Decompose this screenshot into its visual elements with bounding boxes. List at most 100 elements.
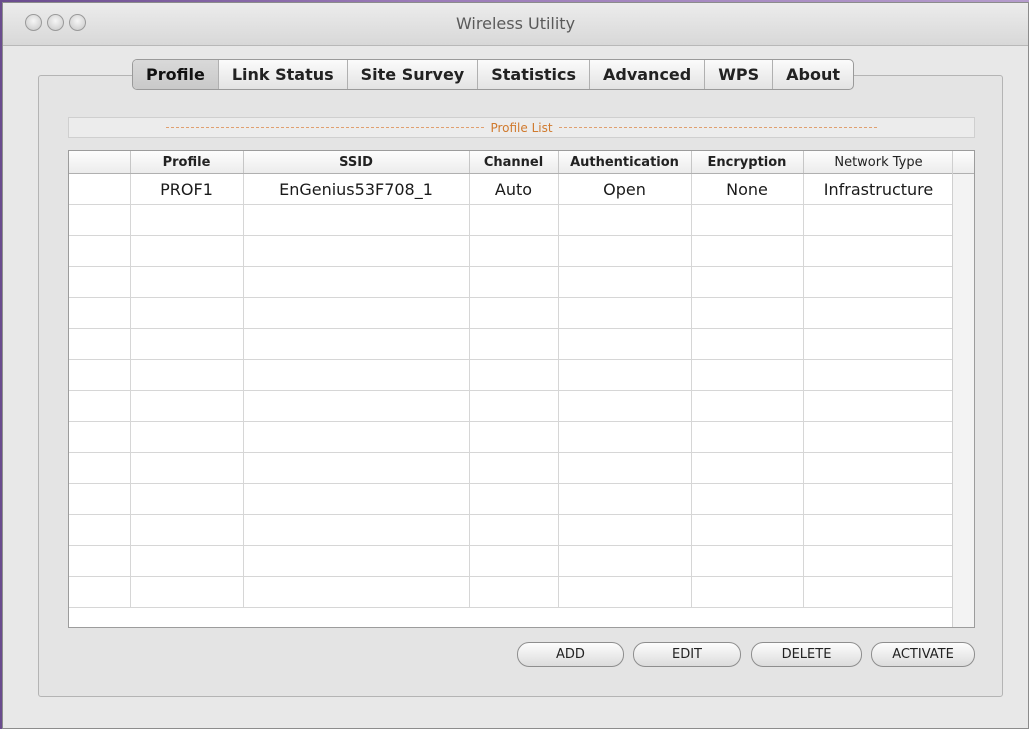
table-header-row: Profile SSID Channel Authentication Encr… [69, 151, 955, 174]
empty-cell [130, 297, 244, 329]
empty-cell [803, 483, 955, 515]
empty-cell [69, 328, 131, 360]
empty-cell [69, 359, 131, 391]
cell-network-type: Infrastructure [803, 173, 955, 205]
empty-cell [469, 328, 559, 360]
empty-cell [803, 204, 955, 236]
cell-ssid: EnGenius53F708_1 [243, 173, 470, 205]
cell-encryption: None [691, 173, 804, 205]
empty-cell [243, 297, 470, 329]
empty-cell [130, 266, 244, 298]
cell-channel: Auto [469, 173, 559, 205]
column-header-network-type[interactable]: Network Type [803, 151, 955, 174]
tab-link-status[interactable]: Link Status [217, 60, 347, 89]
empty-cell [69, 483, 131, 515]
empty-cell [803, 576, 955, 608]
column-header-channel[interactable]: Channel [469, 151, 559, 174]
empty-cell [469, 266, 559, 298]
empty-cell [691, 514, 804, 546]
empty-cell [691, 390, 804, 422]
delete-button[interactable]: DELETE [751, 642, 862, 667]
column-header-ssid[interactable]: SSID [243, 151, 470, 174]
empty-cell [69, 390, 131, 422]
table-row[interactable]: PROF1 EnGenius53F708_1 Auto Open None In… [69, 173, 955, 205]
profile-list-header: Profile List [68, 117, 975, 138]
empty-cell [243, 545, 470, 577]
empty-cell [130, 328, 244, 360]
empty-cell [69, 235, 131, 267]
empty-cell [558, 266, 692, 298]
empty-cell [469, 545, 559, 577]
column-header-select[interactable] [69, 151, 131, 174]
empty-cell [691, 204, 804, 236]
edit-button[interactable]: EDIT [633, 642, 741, 667]
empty-cell [558, 421, 692, 453]
empty-cell [130, 576, 244, 608]
empty-cell [469, 483, 559, 515]
tab-site-survey[interactable]: Site Survey [346, 60, 478, 89]
empty-cell [558, 545, 692, 577]
empty-cell [243, 204, 470, 236]
empty-cell [558, 204, 692, 236]
divider-left [166, 127, 485, 128]
tab-profile[interactable]: Profile [133, 60, 218, 89]
empty-table-row [69, 328, 955, 360]
empty-cell [69, 204, 131, 236]
empty-cell [691, 545, 804, 577]
empty-cell [691, 421, 804, 453]
column-header-encryption[interactable]: Encryption [691, 151, 804, 174]
row-select-cell[interactable] [69, 173, 131, 205]
activate-button[interactable]: ACTIVATE [871, 642, 975, 667]
empty-cell [130, 204, 244, 236]
empty-cell [243, 483, 470, 515]
empty-cell [69, 266, 131, 298]
empty-cell [130, 514, 244, 546]
empty-cell [469, 390, 559, 422]
empty-cell [69, 576, 131, 608]
empty-cell [558, 297, 692, 329]
cell-profile: PROF1 [130, 173, 244, 205]
empty-cell [558, 576, 692, 608]
tab-wps[interactable]: WPS [704, 60, 772, 89]
vertical-scrollbar[interactable] [952, 151, 974, 627]
empty-cell [803, 452, 955, 484]
empty-cell [243, 452, 470, 484]
empty-cell [69, 421, 131, 453]
empty-cell [558, 483, 692, 515]
empty-cell [130, 390, 244, 422]
empty-cell [803, 328, 955, 360]
tab-statistics[interactable]: Statistics [477, 60, 589, 89]
empty-cell [130, 483, 244, 515]
empty-cell [130, 452, 244, 484]
tab-advanced[interactable]: Advanced [588, 60, 704, 89]
column-header-authentication[interactable]: Authentication [558, 151, 692, 174]
empty-cell [243, 359, 470, 391]
empty-cell [469, 576, 559, 608]
title-bar: Wireless Utility [3, 3, 1028, 46]
empty-cell [558, 514, 692, 546]
empty-table-row [69, 297, 955, 329]
tab-bar: Profile Link Status Site Survey Statisti… [132, 59, 855, 90]
empty-cell [469, 204, 559, 236]
empty-cell [691, 235, 804, 267]
empty-cell [803, 297, 955, 329]
empty-cell [243, 576, 470, 608]
add-button[interactable]: ADD [517, 642, 624, 667]
scrollbar-header-corner [953, 151, 974, 174]
empty-table-row [69, 576, 955, 608]
empty-cell [691, 452, 804, 484]
empty-cell [803, 545, 955, 577]
empty-cell [243, 514, 470, 546]
profile-table-container: Profile SSID Channel Authentication Encr… [68, 150, 975, 628]
empty-cell [691, 328, 804, 360]
empty-cell [691, 297, 804, 329]
empty-table-row [69, 421, 955, 453]
empty-cell [69, 514, 131, 546]
column-header-profile[interactable]: Profile [130, 151, 244, 174]
empty-cell [803, 266, 955, 298]
empty-cell [803, 421, 955, 453]
empty-cell [243, 421, 470, 453]
empty-cell [803, 235, 955, 267]
empty-table-row [69, 204, 955, 236]
tab-about[interactable]: About [772, 60, 853, 89]
